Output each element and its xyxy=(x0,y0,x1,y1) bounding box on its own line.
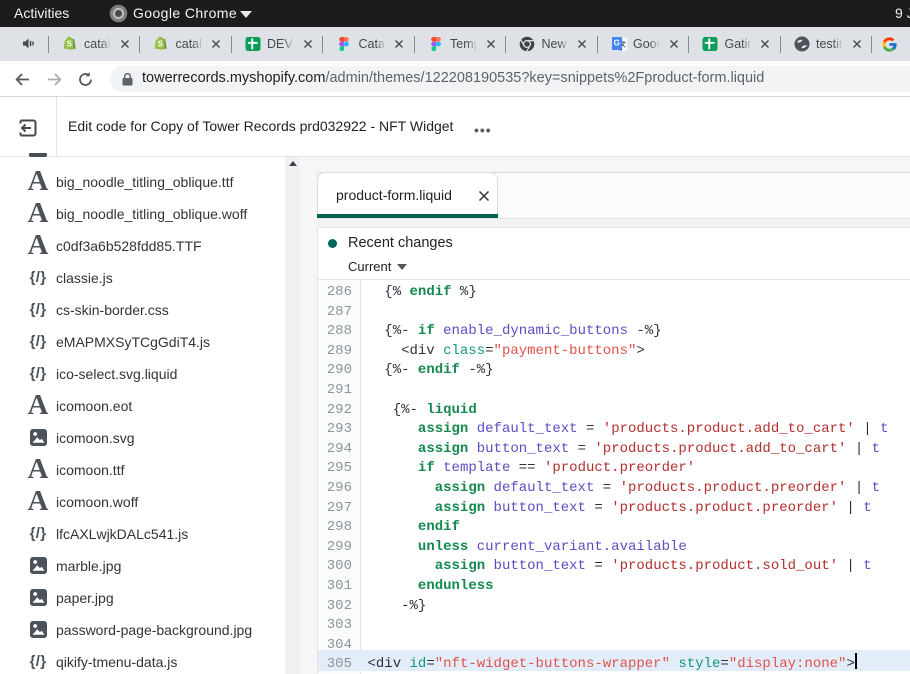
svg-text:S: S xyxy=(66,40,72,49)
svg-text:S: S xyxy=(158,40,164,49)
svg-text:G: G xyxy=(613,39,619,48)
